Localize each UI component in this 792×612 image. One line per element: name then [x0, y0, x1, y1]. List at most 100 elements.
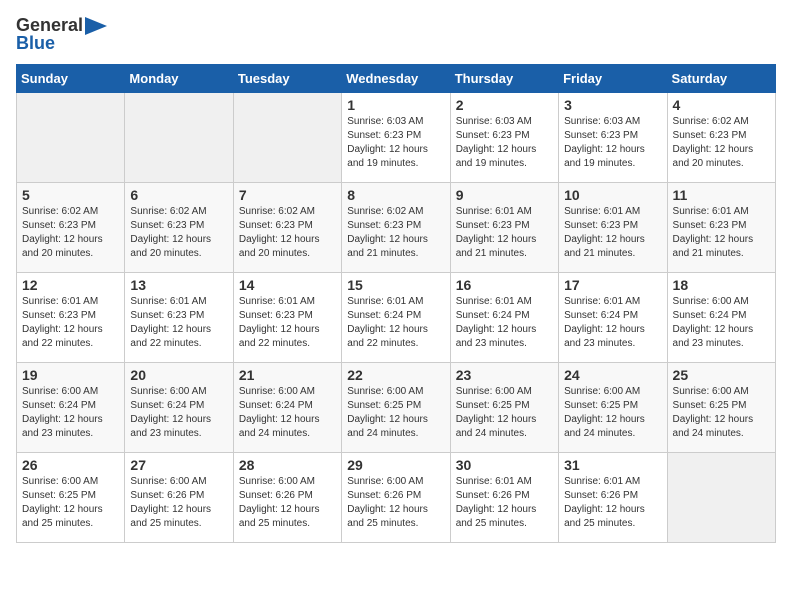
day-number: 23 — [456, 367, 553, 383]
day-info: Sunrise: 6:01 AM Sunset: 6:24 PM Dayligh… — [564, 295, 661, 351]
weekday-header-friday: Friday — [559, 64, 667, 92]
day-number: 30 — [456, 457, 553, 473]
day-info: Sunrise: 6:02 AM Sunset: 6:23 PM Dayligh… — [130, 205, 227, 261]
day-cell: 29Sunrise: 6:00 AM Sunset: 6:26 PM Dayli… — [342, 452, 450, 542]
day-cell: 19 Sunrise: 6:00 AM Sunset: 6:24 PM Dayli… — [17, 362, 125, 452]
day-cell: 11Sunrise: 6:01 AM Sunset: 6:23 PM Dayli… — [667, 182, 775, 272]
day-info: Sunrise: 6:02 AM Sunset: 6:23 PM Dayligh… — [239, 205, 336, 261]
day-info: Sunrise: 6:01 AM Sunset: 6:24 PM Dayligh… — [456, 295, 553, 351]
day-info: Sunrise: 6:02 AM Sunset: 6:23 PM Dayligh… — [22, 205, 119, 261]
day-info: Sunrise: 6:01 AM Sunset: 6:23 PM Dayligh… — [22, 295, 119, 351]
day-number: 4 — [673, 97, 770, 113]
day-cell: 17 Sunrise: 6:01 AM Sunset: 6:24 PM Dayli… — [559, 272, 667, 362]
day-number: 27 — [130, 457, 227, 473]
day-info: Sunrise: 6:01 AM Sunset: 6:23 PM Dayligh… — [456, 205, 553, 261]
day-number: 3 — [564, 97, 661, 113]
day-cell: 2 Sunrise: 6:03 AM Sunset: 6:23 PM Daylig… — [450, 92, 558, 182]
day-cell: 8 Sunrise: 6:02 AM Sunset: 6:23 PM Daylig… — [342, 182, 450, 272]
day-number: 12 — [22, 277, 119, 293]
day-cell: 6Sunrise: 6:02 AM Sunset: 6:23 PM Daylig… — [125, 182, 233, 272]
week-row-2: 5 Sunrise: 6:02 AM Sunset: 6:23 PM Daylig… — [17, 182, 776, 272]
day-cell: 3 Sunrise: 6:03 AM Sunset: 6:23 PM Daylig… — [559, 92, 667, 182]
day-info: Sunrise: 6:00 AM Sunset: 6:26 PM Dayligh… — [239, 475, 336, 531]
weekday-header-wednesday: Wednesday — [342, 64, 450, 92]
day-cell: 20 Sunrise: 6:00 AM Sunset: 6:24 PM Dayli… — [125, 362, 233, 452]
day-number: 11 — [673, 187, 770, 203]
day-number: 25 — [673, 367, 770, 383]
day-number: 5 — [22, 187, 119, 203]
day-number: 14 — [239, 277, 336, 293]
logo: General Blue — [16, 16, 107, 54]
logo-text: General Blue — [16, 16, 107, 54]
day-cell — [17, 92, 125, 182]
day-number: 15 — [347, 277, 444, 293]
day-info: Sunrise: 6:01 AM Sunset: 6:26 PM Dayligh… — [564, 475, 661, 531]
day-cell: 24 Sunrise: 6:00 AM Sunset: 6:25 PM Dayli… — [559, 362, 667, 452]
day-number: 22 — [347, 367, 444, 383]
day-cell: 7 Sunrise: 6:02 AM Sunset: 6:23 PM Daylig… — [233, 182, 341, 272]
header: General Blue — [16, 16, 776, 54]
week-row-4: 19 Sunrise: 6:00 AM Sunset: 6:24 PM Dayli… — [17, 362, 776, 452]
week-row-5: 26 Sunrise: 6:00 AM Sunset: 6:25 PM Dayli… — [17, 452, 776, 542]
day-number: 17 — [564, 277, 661, 293]
day-cell — [125, 92, 233, 182]
day-info: Sunrise: 6:00 AM Sunset: 6:26 PM Dayligh… — [347, 475, 444, 531]
weekday-header-monday: Monday — [125, 64, 233, 92]
day-number: 18 — [673, 277, 770, 293]
day-cell: 5 Sunrise: 6:02 AM Sunset: 6:23 PM Daylig… — [17, 182, 125, 272]
day-number: 31 — [564, 457, 661, 473]
day-number: 28 — [239, 457, 336, 473]
day-cell: 9 Sunrise: 6:01 AM Sunset: 6:23 PM Daylig… — [450, 182, 558, 272]
day-info: Sunrise: 6:00 AM Sunset: 6:25 PM Dayligh… — [564, 385, 661, 441]
day-number: 10 — [564, 187, 661, 203]
day-number: 9 — [456, 187, 553, 203]
weekday-header-saturday: Saturday — [667, 64, 775, 92]
day-info: Sunrise: 6:00 AM Sunset: 6:25 PM Dayligh… — [22, 475, 119, 531]
day-info: Sunrise: 6:03 AM Sunset: 6:23 PM Dayligh… — [564, 115, 661, 171]
day-number: 16 — [456, 277, 553, 293]
day-info: Sunrise: 6:01 AM Sunset: 6:23 PM Dayligh… — [239, 295, 336, 351]
week-row-3: 12 Sunrise: 6:01 AM Sunset: 6:23 PM Dayli… — [17, 272, 776, 362]
day-number: 8 — [347, 187, 444, 203]
day-cell: 22 Sunrise: 6:00 AM Sunset: 6:25 PM Dayli… — [342, 362, 450, 452]
day-info: Sunrise: 6:01 AM Sunset: 6:26 PM Dayligh… — [456, 475, 553, 531]
week-row-1: 1 Sunrise: 6:03 AM Sunset: 6:23 PM Daylig… — [17, 92, 776, 182]
day-cell: 23 Sunrise: 6:00 AM Sunset: 6:25 PM Dayli… — [450, 362, 558, 452]
day-number: 24 — [564, 367, 661, 383]
day-cell: 25 Sunrise: 6:00 AM Sunset: 6:25 PM Dayli… — [667, 362, 775, 452]
day-cell: 18 Sunrise: 6:00 AM Sunset: 6:24 PM Dayli… — [667, 272, 775, 362]
day-info: Sunrise: 6:00 AM Sunset: 6:25 PM Dayligh… — [673, 385, 770, 441]
day-cell — [233, 92, 341, 182]
day-info: Sunrise: 6:03 AM Sunset: 6:23 PM Dayligh… — [456, 115, 553, 171]
weekday-header-row: SundayMondayTuesdayWednesdayThursdayFrid… — [17, 64, 776, 92]
day-cell: 16 Sunrise: 6:01 AM Sunset: 6:24 PM Dayli… — [450, 272, 558, 362]
calendar-table: SundayMondayTuesdayWednesdayThursdayFrid… — [16, 64, 776, 543]
day-info: Sunrise: 6:02 AM Sunset: 6:23 PM Dayligh… — [347, 205, 444, 261]
day-info: Sunrise: 6:00 AM Sunset: 6:26 PM Dayligh… — [130, 475, 227, 531]
day-cell: 15Sunrise: 6:01 AM Sunset: 6:24 PM Dayli… — [342, 272, 450, 362]
day-cell: 12 Sunrise: 6:01 AM Sunset: 6:23 PM Dayli… — [17, 272, 125, 362]
day-number: 2 — [456, 97, 553, 113]
day-cell: 31 Sunrise: 6:01 AM Sunset: 6:26 PM Dayli… — [559, 452, 667, 542]
day-number: 21 — [239, 367, 336, 383]
weekday-header-thursday: Thursday — [450, 64, 558, 92]
day-number: 7 — [239, 187, 336, 203]
day-cell: 26 Sunrise: 6:00 AM Sunset: 6:25 PM Dayli… — [17, 452, 125, 542]
day-number: 1 — [347, 97, 444, 113]
day-cell: 21Sunrise: 6:00 AM Sunset: 6:24 PM Dayli… — [233, 362, 341, 452]
day-cell: 10Sunrise: 6:01 AM Sunset: 6:23 PM Dayli… — [559, 182, 667, 272]
day-info: Sunrise: 6:00 AM Sunset: 6:25 PM Dayligh… — [347, 385, 444, 441]
day-info: Sunrise: 6:00 AM Sunset: 6:25 PM Dayligh… — [456, 385, 553, 441]
day-info: Sunrise: 6:03 AM Sunset: 6:23 PM Dayligh… — [347, 115, 444, 171]
weekday-header-sunday: Sunday — [17, 64, 125, 92]
day-info: Sunrise: 6:00 AM Sunset: 6:24 PM Dayligh… — [673, 295, 770, 351]
weekday-header-tuesday: Tuesday — [233, 64, 341, 92]
day-number: 26 — [22, 457, 119, 473]
day-cell: 14 Sunrise: 6:01 AM Sunset: 6:23 PM Dayli… — [233, 272, 341, 362]
day-info: Sunrise: 6:02 AM Sunset: 6:23 PM Dayligh… — [673, 115, 770, 171]
day-info: Sunrise: 6:00 AM Sunset: 6:24 PM Dayligh… — [22, 385, 119, 441]
day-info: Sunrise: 6:00 AM Sunset: 6:24 PM Dayligh… — [130, 385, 227, 441]
day-number: 20 — [130, 367, 227, 383]
day-cell: 13Sunrise: 6:01 AM Sunset: 6:23 PM Dayli… — [125, 272, 233, 362]
day-number: 19 — [22, 367, 119, 383]
